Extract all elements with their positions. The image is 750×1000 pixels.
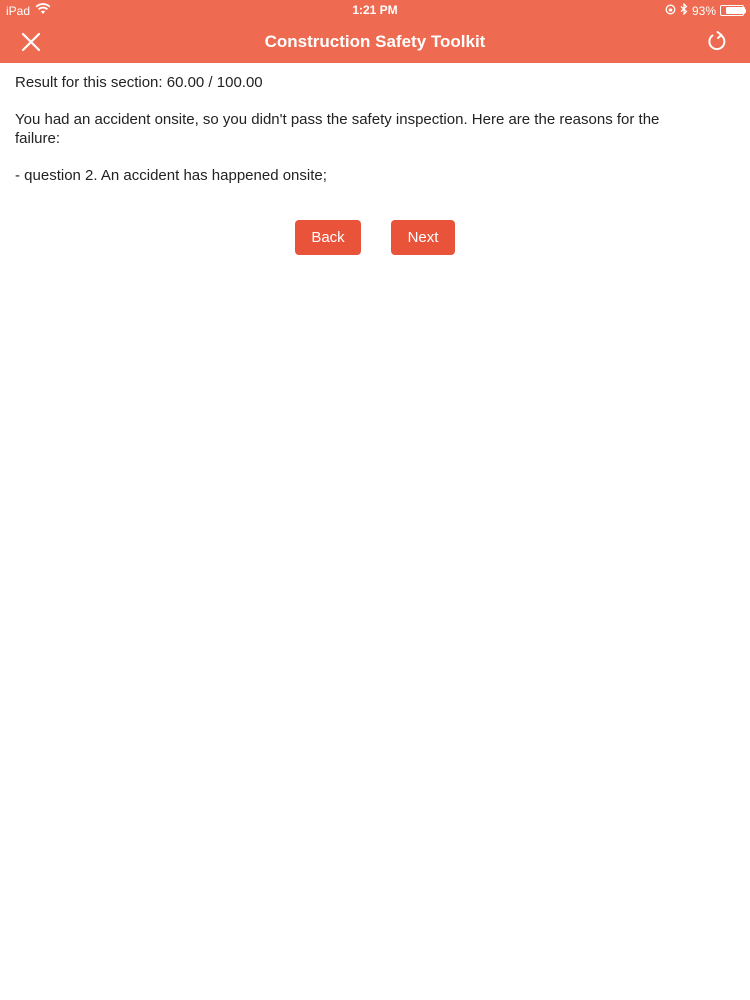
status-bar: iPad 1:21 PM 93% [0,0,750,20]
navigation-buttons: Back Next [0,220,750,256]
status-right: 93% [661,2,746,18]
failure-message: You had an accident onsite, so you didn'… [15,111,660,147]
battery-icon [720,5,746,16]
rotation-lock-icon [665,4,676,18]
bluetooth-icon [680,2,688,18]
refresh-icon[interactable] [706,30,728,52]
page-title: Construction Safety Toolkit [264,32,486,51]
navigation-bar: Construction Safety Toolkit [0,20,750,63]
next-button[interactable]: Next [391,220,455,255]
battery-percent: 93% [691,3,716,18]
result-content: Result for this section: 60.00 / 100.00 … [15,73,705,185]
status-time: 1:21 PM [352,3,398,17]
back-button[interactable]: Back [295,220,361,255]
battery-fill [726,7,745,14]
app-header: iPad 1:21 PM 93% Construction Safety Too… [0,0,750,63]
failure-reason-item: - question 2. An accident has happened o… [15,167,327,184]
section-result: Result for this section: 60.00 / 100.00 [15,74,263,91]
